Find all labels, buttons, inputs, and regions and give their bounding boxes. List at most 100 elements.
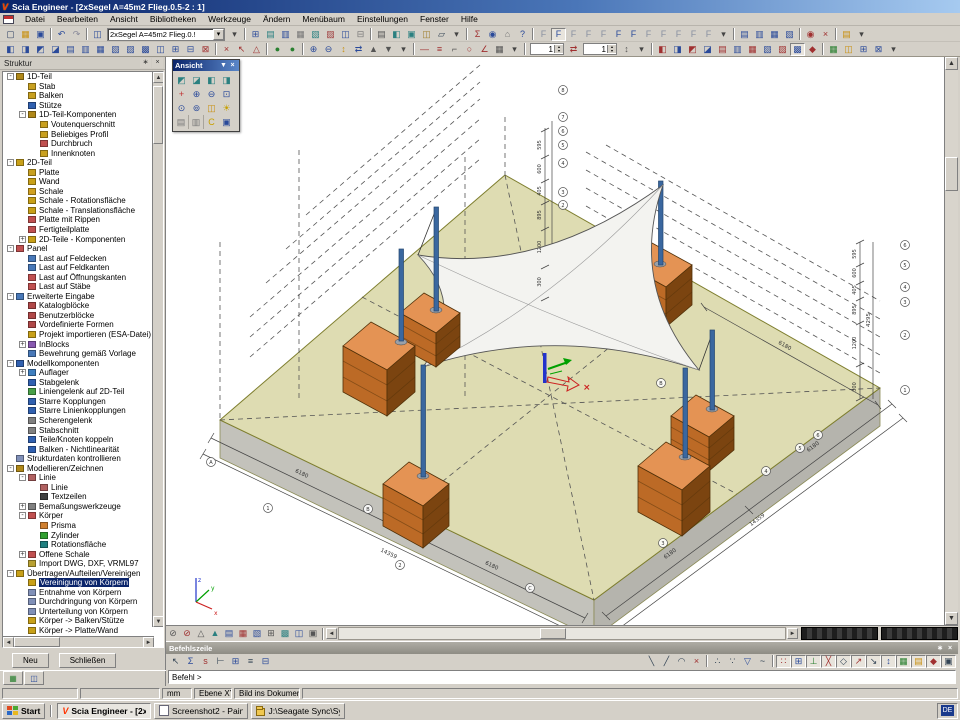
- supports-icon[interactable]: ▧: [250, 627, 264, 640]
- view-palette-header[interactable]: Ansicht ▼ ×: [173, 60, 239, 71]
- new-icon[interactable]: ▢: [3, 28, 18, 41]
- save-icon[interactable]: ▣: [33, 28, 48, 41]
- close-icon[interactable]: ×: [228, 62, 237, 69]
- mast-w-tall[interactable]: [434, 207, 439, 311]
- polyline-tool-icon[interactable]: ≡: [432, 43, 447, 56]
- snap-surface-icon[interactable]: ▦: [896, 655, 911, 668]
- tree-item[interactable]: Last auf Feldecken: [3, 253, 152, 263]
- library-icon[interactable]: ▥: [278, 28, 293, 41]
- beam-ref-icon[interactable]: ▦: [745, 43, 760, 56]
- chevron-down-icon[interactable]: ▼: [219, 62, 228, 69]
- tree-item[interactable]: Platte mit Rippen: [3, 215, 152, 225]
- collapse-icon[interactable]: -: [7, 159, 14, 166]
- doc-layers-icon[interactable]: ▧: [782, 28, 797, 41]
- tree-item[interactable]: Benutzerblöcke: [3, 311, 152, 321]
- menu-item[interactable]: Werkzeuge: [202, 13, 257, 25]
- tree-item[interactable]: -1D-Teil: [3, 72, 152, 82]
- grid-icon[interactable]: ◫: [292, 627, 306, 640]
- node-1-icon[interactable]: ●: [270, 43, 285, 56]
- folder-icon[interactable]: ▤: [839, 28, 854, 41]
- tree-item[interactable]: Scherengelenk: [3, 416, 152, 426]
- tree-item[interactable]: Last auf Öffnungskanten: [3, 272, 152, 282]
- delete-icon[interactable]: ⊠: [198, 43, 213, 56]
- snap-off-icon[interactable]: ×: [689, 655, 704, 668]
- overflow-icon[interactable]: ▾: [396, 43, 411, 56]
- snap-arc-icon[interactable]: ◠: [674, 655, 689, 668]
- snap-dots-icon[interactable]: ∵: [725, 655, 740, 668]
- beam-insert-icon[interactable]: ◧: [655, 43, 670, 56]
- beam-mirror-icon[interactable]: ▤: [715, 43, 730, 56]
- labels-icon[interactable]: ⊞: [264, 627, 278, 640]
- scrollbar-thumb[interactable]: [945, 157, 958, 191]
- tree-item[interactable]: Stab: [3, 82, 152, 92]
- menu-item[interactable]: Menübaum: [296, 13, 351, 25]
- circle-tool-icon[interactable]: ○: [462, 43, 477, 56]
- overflow-icon[interactable]: ▾: [854, 28, 869, 41]
- view-filter-5-icon[interactable]: F: [596, 28, 611, 41]
- clip-box-icon[interactable]: ◫: [204, 101, 219, 115]
- tree-item[interactable]: Platte: [3, 167, 152, 177]
- tree-item[interactable]: +2D-Teile - Komponenten: [3, 234, 152, 244]
- zoom-window-icon[interactable]: ⊡: [219, 87, 234, 101]
- tree-item[interactable]: Zylinder: [3, 530, 152, 540]
- overflow-icon[interactable]: ▾: [227, 28, 242, 41]
- cut-icon[interactable]: ×: [219, 43, 234, 56]
- tree-item[interactable]: Balken: [3, 91, 152, 101]
- overflow-icon[interactable]: ▾: [507, 43, 522, 56]
- tree-item[interactable]: Rotationsfläche: [3, 540, 152, 550]
- scroll-down-icon[interactable]: ▼: [945, 612, 958, 625]
- copy-properties-icon[interactable]: ◧: [3, 43, 18, 56]
- stepper-arrows-icon[interactable]: ▴▾: [554, 45, 563, 53]
- raise-icon[interactable]: ▲: [366, 43, 381, 56]
- zoom-out-icon[interactable]: ⊖: [204, 87, 219, 101]
- start-button[interactable]: Start: [2, 703, 45, 719]
- activity-icon[interactable]: ×: [818, 28, 833, 41]
- volumes-icon[interactable]: ▲: [208, 627, 222, 640]
- measure-tool-icon[interactable]: ⌂: [500, 28, 515, 41]
- extend-icon[interactable]: ▧: [108, 43, 123, 56]
- view-filter-11-icon[interactable]: F: [686, 28, 701, 41]
- model-scene[interactable]: 6180 6180 14359 6180 6180 14359 6180 429…: [166, 57, 944, 625]
- tree-item[interactable]: Katalogblöcke: [3, 301, 152, 311]
- scale-icon[interactable]: ▨: [123, 43, 138, 56]
- tree-item[interactable]: Last auf Feldkanten: [3, 263, 152, 273]
- view-filter-1-icon[interactable]: F: [536, 28, 551, 41]
- snap-mid-icon[interactable]: ◇: [836, 655, 851, 668]
- tree-item[interactable]: Strukturdaten kontrollieren: [3, 454, 152, 464]
- shade-icon[interactable]: ▥: [189, 115, 204, 129]
- params-icon[interactable]: ▤: [222, 627, 236, 640]
- tree-item[interactable]: -Linie: [3, 473, 152, 483]
- beam-node-icon[interactable]: ▨: [775, 43, 790, 56]
- new-button[interactable]: Neu: [12, 653, 49, 668]
- mast-w-short[interactable]: [399, 249, 404, 341]
- scrollbar-thumb[interactable]: [14, 637, 60, 647]
- overflow-icon[interactable]: ▾: [634, 43, 649, 56]
- tree-item[interactable]: Liniengelenk auf 2D-Teil: [3, 387, 152, 397]
- collapse-icon[interactable]: -: [7, 465, 14, 472]
- project-selector[interactable]: 2xSegel A=45m2 Flieg.0.!▾: [107, 28, 225, 41]
- tree-item[interactable]: Starre Kopplungen: [3, 397, 152, 407]
- view-filter-4-icon[interactable]: F: [581, 28, 596, 41]
- perspective-icon[interactable]: △: [194, 627, 208, 640]
- import-icon[interactable]: ▱: [434, 28, 449, 41]
- sum-icon[interactable]: Σ: [183, 655, 198, 668]
- open-icon[interactable]: ▦: [18, 28, 33, 41]
- menu-item[interactable]: Datei: [19, 13, 51, 25]
- print-icon[interactable]: ▤: [374, 28, 389, 41]
- tree-item[interactable]: Teile/Knoten koppeln: [3, 435, 152, 445]
- loads-icon[interactable]: ▦: [236, 627, 250, 640]
- tree-item[interactable]: Schale - Translationsfläche: [3, 206, 152, 216]
- viewport-vertical-scrollbar[interactable]: ▲ ▼: [944, 57, 958, 625]
- expand-icon[interactable]: +: [19, 551, 26, 558]
- beam-rotate-icon[interactable]: ◨: [670, 43, 685, 56]
- project-window-icon[interactable]: ◫: [90, 28, 105, 41]
- list-icon[interactable]: ≡: [243, 655, 258, 668]
- number-stepper[interactable]: 1▴▾: [583, 43, 617, 55]
- angle-tool-icon[interactable]: ∠: [477, 43, 492, 56]
- join-icon[interactable]: ⊞: [168, 43, 183, 56]
- tree-item[interactable]: Vordefinierte Formen: [3, 320, 152, 330]
- beam-swap-icon[interactable]: ▥: [730, 43, 745, 56]
- paste-properties-icon[interactable]: ◨: [18, 43, 33, 56]
- tree-item[interactable]: Schale - Rotationsfläche: [3, 196, 152, 206]
- tree-item[interactable]: Unterteilung von Körpern: [3, 607, 152, 617]
